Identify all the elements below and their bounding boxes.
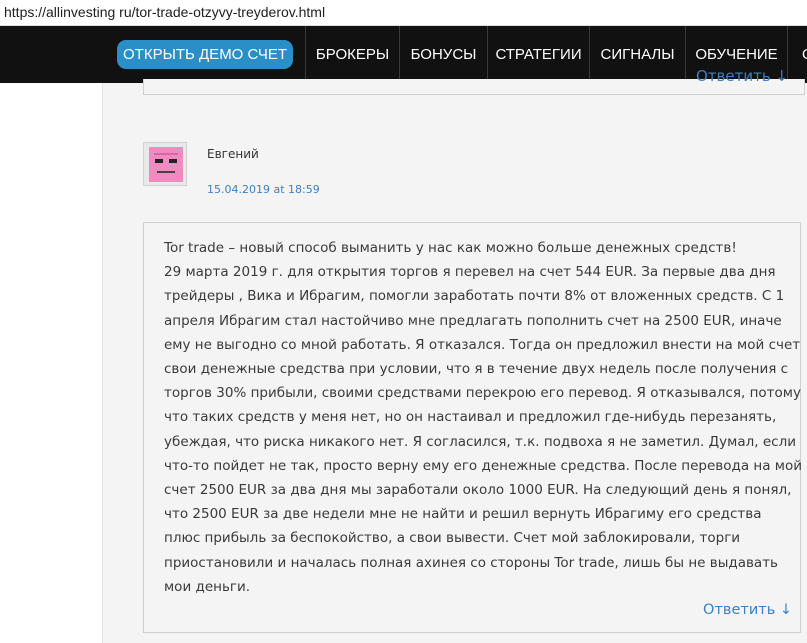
comment-line: счет 2500 EUR за два дня мы заработали о… xyxy=(164,482,792,499)
comments-area: Ответить ↓ Евгений 15.04.2019 at 18:59 T… xyxy=(103,67,807,643)
open-demo-account-button[interactable]: ОТКРЫТЬ ДЕМО СЧЕТ xyxy=(117,40,294,69)
comment-line: апреля Ибрагим стал настойчиво мне предл… xyxy=(164,312,782,329)
left-margin xyxy=(0,83,103,643)
url-text[interactable]: https://allinvesting ru/tor-trade-otzyvy… xyxy=(4,4,325,20)
comment-line: свои денежные средства при условии, что … xyxy=(164,361,789,378)
previous-reply-link[interactable]: Ответить ↓ xyxy=(696,67,788,85)
pink-square-face-icon xyxy=(149,147,183,182)
avatar xyxy=(143,142,187,186)
nav-item-strategies[interactable]: СТРАТЕГИИ xyxy=(488,26,591,83)
nav-open-demo-account[interactable]: ОТКРЫТЬ ДЕМО СЧЕТ xyxy=(103,26,307,83)
comment-text: Tor trade – новый способ выманить у нас … xyxy=(164,236,803,599)
comment-line: ему не выгодно со мной работать. Я отказ… xyxy=(164,336,801,353)
comment-line: что таких средств у меня нет, но он наст… xyxy=(164,409,777,426)
previous-comment-box: Ответить ↓ xyxy=(143,67,805,95)
comment-author: Евгений xyxy=(207,147,259,161)
comment-line: приостановили и началась полная ахинея с… xyxy=(164,554,779,571)
comment-line: 29 марта 2019 г. для открытия торгов я п… xyxy=(164,264,776,281)
comment-line: что-то пойдет не так, просто верну ему е… xyxy=(164,457,803,474)
comment-line: мои деньги. xyxy=(164,578,251,595)
comment-body-box: Tor trade – новый способ выманить у нас … xyxy=(143,222,803,633)
comment-line: Tor trade – новый способ выманить у нас … xyxy=(164,240,737,256)
comment-line: трейдеры , Вика и Ибрагим, помогли зараб… xyxy=(164,288,785,305)
nav-item-signals[interactable]: СИГНАЛЫ xyxy=(590,26,687,83)
nav-item-brokers[interactable]: БРОКЕРЫ xyxy=(306,26,401,83)
nav-item-bonuses[interactable]: БОНУСЫ xyxy=(400,26,489,83)
address-bar[interactable]: https://allinvesting ru/tor-trade-otzyvy… xyxy=(0,0,807,26)
comment-line: плюс прибыль за беспокойство, а свои выв… xyxy=(164,530,741,547)
comment-date-link[interactable]: 15.04.2019 at 18:59 xyxy=(207,183,320,196)
comment-line: убеждая, что риска никакого нет. Я согла… xyxy=(164,433,796,450)
comment-line: торгов 30% прибыли, своими средствами пе… xyxy=(164,385,801,402)
nav-item-reviews[interactable]: ОТЗ xyxy=(788,26,807,83)
main-nav: ОТКРЫТЬ ДЕМО СЧЕТ БРОКЕРЫ БОНУСЫ СТРАТЕГ… xyxy=(0,26,807,83)
reply-link[interactable]: Ответить ↓ xyxy=(703,602,792,618)
comment-line: что 2500 EUR за две недели мне не найти … xyxy=(164,506,762,523)
